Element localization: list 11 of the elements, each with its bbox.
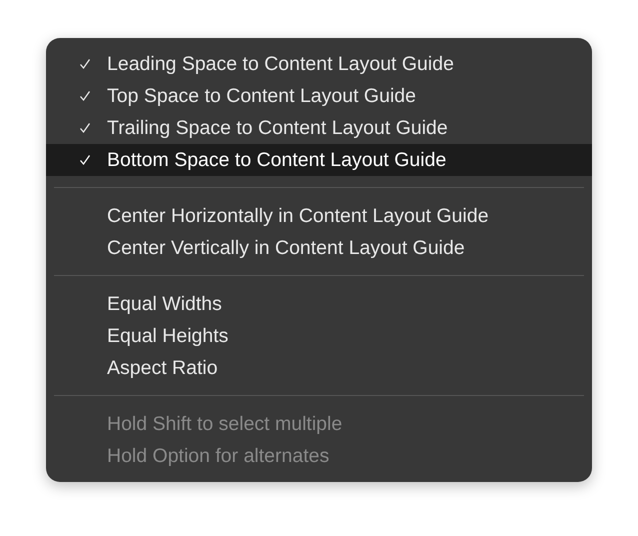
menu-item[interactable]: Trailing Space to Content Layout Guide (46, 112, 592, 144)
menu-item[interactable]: Aspect Ratio (46, 352, 592, 384)
menu-item[interactable]: Leading Space to Content Layout Guide (46, 48, 592, 80)
menu-item: Hold Option for alternates (106, 444, 330, 468)
menu-item[interactable]: Bottom Space to Content Layout Guide (46, 144, 592, 176)
menu-item[interactable]: Equal Widths (46, 288, 592, 320)
menu-item[interactable]: Center Horizontally in Content Layout Guide (46, 200, 592, 232)
menu-item: Hold Shift to select multiple (106, 412, 344, 436)
menu-item[interactable]: Top Space to Content Layout Guide (46, 80, 592, 112)
menu-item[interactable]: Equal Heights (46, 320, 592, 352)
menu-item[interactable]: Center Vertically in Content Layout Guide (46, 232, 592, 264)
